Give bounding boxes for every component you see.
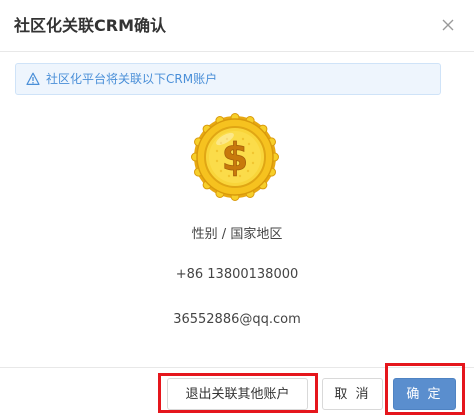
dialog-title: 社区化关联CRM确认 <box>14 16 166 35</box>
close-button[interactable] <box>439 16 457 34</box>
gender-region-text: 性别 / 国家地区 <box>191 227 283 242</box>
close-icon <box>442 19 454 31</box>
crm-confirm-dialog: 社区化关联CRM确认 社区化平台将关联以下CRM账户 $ 性别 / 国家地区 +… <box>0 0 474 416</box>
warning-icon <box>26 72 40 85</box>
cancel-button[interactable]: 取 消 <box>322 378 383 410</box>
email-text: 36552886@qq.com <box>173 312 301 327</box>
confirm-button[interactable]: 确 定 <box>393 378 456 410</box>
dollar-coin-icon: $ <box>191 113 279 201</box>
dialog-header: 社区化关联CRM确认 <box>0 0 474 52</box>
alert-text: 社区化平台将关联以下CRM账户 <box>46 72 218 86</box>
info-alert: 社区化平台将关联以下CRM账户 <box>15 63 441 95</box>
phone-text: +86 13800138000 <box>175 267 299 282</box>
unlink-other-account-button[interactable]: 退出关联其他账户 <box>167 378 308 410</box>
